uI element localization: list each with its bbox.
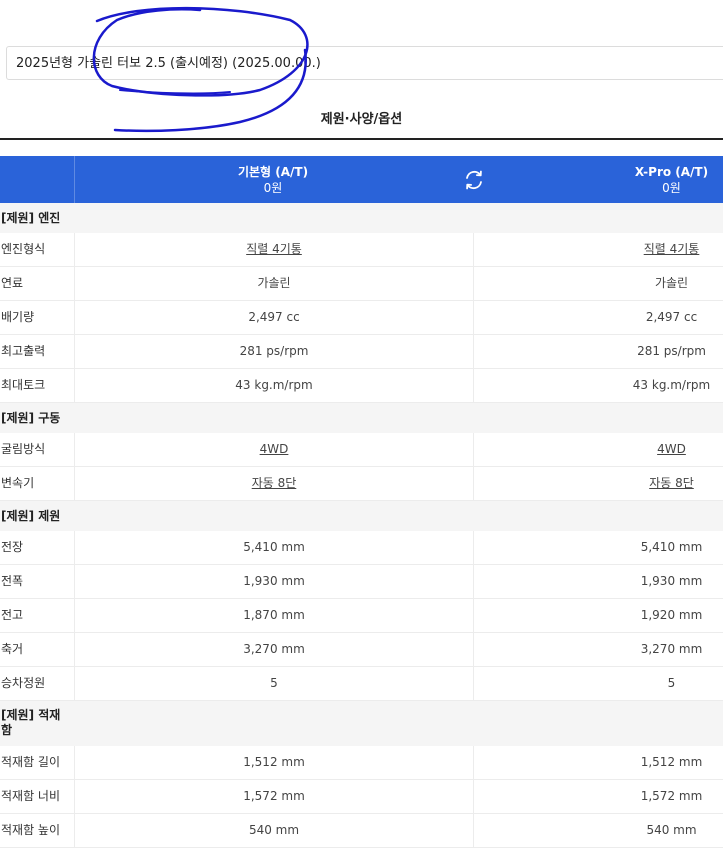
trim1-value: 가솔린 [74,267,474,300]
swap-icon[interactable] [462,168,486,192]
table-row: 변속기 자동 8단 자동 8단 [0,467,723,501]
trim2-header[interactable]: X-Pro (A/T) 0원 [620,164,723,196]
trim2-value: 281 ps/rpm [637,344,706,358]
category-header: [제원] 엔진 [0,203,723,233]
row-label: 굴림방식 [1,442,46,456]
trim2-value: 2,497 cc [645,310,698,324]
row-label: 전폭 [1,574,24,588]
table-row: 연료 가솔린 가솔린 [0,267,723,301]
trim1-value: 5,410 mm [74,531,474,564]
trim1-price: 0원 [263,181,283,195]
trim1-value-link[interactable]: 4WD [74,433,474,466]
table-row: 승차정원 5 5 [0,667,723,701]
table-row: 적재함 높이 540 mm 540 mm [0,814,723,848]
trim1-value: 5 [74,667,474,700]
category-header: [제원] 제원 [0,501,723,531]
category-header: [제원] 구동 [0,403,723,433]
trim1-value: 3,270 mm [74,633,474,666]
row-label: 전장 [1,540,24,554]
table-row: 전폭 1,930 mm 1,930 mm [0,565,723,599]
section-title: 제원·사양/옵션 [320,112,403,127]
row-label: 적재함 높이 [1,823,61,837]
trim1-value: 1,870 mm [74,599,474,632]
trim2-value-highlighted: 1,920 mm [640,608,703,622]
trim1-value: 281 ps/rpm [74,335,474,368]
row-label: 엔진형식 [1,242,46,256]
row-label: 전고 [1,608,24,622]
row-label: 적재함 길이 [1,755,61,769]
table-row: 적재함 너비 1,572 mm 1,572 mm [0,780,723,814]
table-row: 전장 5,410 mm 5,410 mm [0,531,723,565]
trim-select[interactable]: 2025년형 가솔린 터보 2.5 (출시예정) (2025.00.00.) [6,46,723,80]
table-row: 축거 3,270 mm 3,270 mm [0,633,723,667]
trim1-value: 2,497 cc [74,301,474,334]
row-label: 배기량 [1,310,35,324]
row-label: 축거 [1,642,24,656]
trim1-value: 540 mm [74,814,474,847]
table-row: 최고출력 281 ps/rpm 281 ps/rpm [0,335,723,369]
trim1-value: 43 kg.m/rpm [74,369,474,402]
row-label: 최대토크 [1,378,46,392]
category-label: [제원] 적재함 [1,708,61,737]
trim2-value: 1,930 mm [640,574,703,588]
row-label: 변속기 [1,476,35,490]
title-divider [0,138,723,140]
table-row: 전고 1,870 mm 1,920 mm [0,599,723,633]
row-label: 연료 [1,276,24,290]
trim2-value: 43 kg.m/rpm [632,378,711,392]
trim1-value-link[interactable]: 직렬 4기통 [74,233,474,266]
trim2-price: 0원 [662,181,681,195]
trim2-value: 가솔린 [654,276,689,290]
trim-header: 기본형 (A/T) 0원 X-Pro (A/T) 0원 [0,156,723,203]
trim2-value: 1,512 mm [640,755,703,769]
trim1-value: 1,930 mm [74,565,474,598]
trim2-value-link[interactable]: 직렬 4기통 [620,233,723,266]
table-row: 적재함 길이 1,512 mm 1,512 mm [0,746,723,780]
trim1-header[interactable]: 기본형 (A/T) 0원 [74,164,472,196]
trim1-value: 1,572 mm [74,780,474,813]
table-row: 굴림방식 4WD 4WD [0,433,723,467]
row-label: 최고출력 [1,344,46,358]
trim2-value-link[interactable]: 자동 8단 [620,467,723,500]
trim1-name: 기본형 (A/T) [237,165,309,179]
trim2-value-link[interactable]: 4WD [620,433,723,466]
table-row: 배기량 2,497 cc 2,497 cc [0,301,723,335]
trim2-name: X-Pro (A/T) [634,165,709,179]
header-label-cell [0,156,75,203]
table-row: 최대토크 43 kg.m/rpm 43 kg.m/rpm [0,369,723,403]
trim2-value: 3,270 mm [640,642,703,656]
trim2-value: 5 [667,676,676,690]
category-header: [제원] 적재함 [0,701,723,746]
row-label: 적재함 너비 [1,789,61,803]
trim1-value: 1,512 mm [74,746,474,779]
trim2-value: 540 mm [646,823,697,837]
table-row: 엔진형식 직렬 4기통 직렬 4기통 [0,233,723,267]
trim2-value: 5,410 mm [640,540,703,554]
trim1-value-link[interactable]: 자동 8단 [74,467,474,500]
spec-table: [제원] 엔진 엔진형식 직렬 4기통 직렬 4기통 연료 가솔린 가솔린 배기… [0,203,723,848]
trim2-value: 1,572 mm [640,789,703,803]
row-label: 승차정원 [1,676,46,690]
